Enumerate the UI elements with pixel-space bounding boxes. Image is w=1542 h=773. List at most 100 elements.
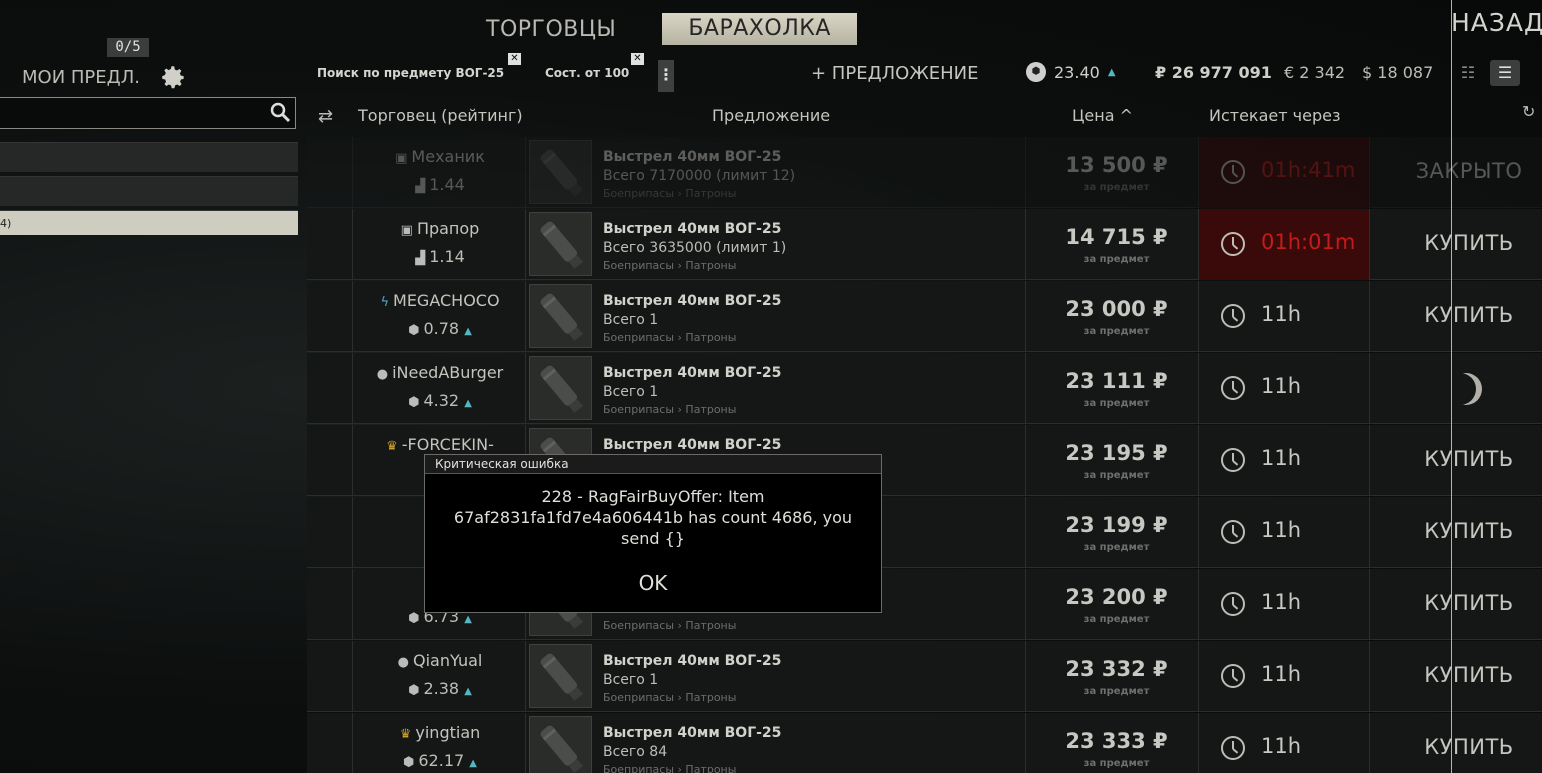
up-arrow-icon: ▲	[464, 686, 472, 697]
tab-flea-market[interactable]: БАРАХОЛКА	[662, 13, 857, 45]
item-name: Выстрел 40мм ВОГ-25	[603, 437, 782, 453]
expire-cell: 11h	[1199, 425, 1369, 496]
ok-button[interactable]: OK	[623, 571, 683, 595]
item-thumbnail[interactable]	[529, 644, 592, 708]
tab-traders[interactable]: ТОРГОВЦЫ	[486, 17, 616, 42]
item-thumbnail[interactable]	[529, 356, 592, 420]
filter-condition-label: Сост. от 100	[545, 66, 630, 80]
trader-name[interactable]: Прапор	[417, 219, 479, 238]
trader-name[interactable]: MEGACHOCO	[393, 291, 500, 310]
item-name: Выстрел 40мм ВОГ-25	[603, 149, 782, 165]
person-icon: ●	[397, 655, 410, 670]
category-row[interactable]	[0, 176, 298, 206]
trader-name[interactable]: QianYual	[413, 651, 482, 670]
cell-divider	[1025, 281, 1026, 352]
price-per-item: за предмет	[1083, 470, 1150, 481]
filter-item-search[interactable]: Поиск по предмету ВОГ-25 ✕	[317, 53, 521, 80]
divider	[1451, 0, 1452, 773]
item-category: Боеприпасы › Патроны	[603, 331, 737, 344]
cell-divider	[352, 713, 353, 773]
clock-icon	[1221, 592, 1245, 616]
expire-time: 11h	[1261, 446, 1302, 470]
buy-button[interactable]: КУПИТЬ	[1369, 735, 1542, 759]
buy-button[interactable]: КУПИТЬ	[1369, 591, 1542, 615]
item-count: Всего 1	[603, 672, 659, 688]
offer-price: 23 333 ₽	[1065, 729, 1168, 753]
category-row[interactable]	[0, 142, 298, 172]
cell-divider	[1025, 497, 1026, 568]
buy-button[interactable]: КУПИТЬ	[1369, 519, 1542, 543]
buy-button[interactable]: КУПИТЬ	[1369, 663, 1542, 687]
up-arrow-icon: ▲	[469, 758, 477, 769]
trader-rating: 1.44	[429, 175, 465, 194]
cell-divider	[1025, 569, 1026, 640]
cell-divider	[1025, 713, 1026, 773]
item-thumbnail[interactable]	[529, 140, 592, 204]
offer-row[interactable]: ♛ yingtian ⬢ 62.17 ▲ Выстрел 40мм ВОГ-25 В…	[307, 713, 1542, 773]
offer-price: 23 000 ₽	[1065, 297, 1168, 321]
close-icon[interactable]: ✕	[508, 53, 521, 65]
trader-name[interactable]: yingtian	[415, 723, 480, 742]
clock-icon	[1221, 376, 1245, 400]
item-thumbnail[interactable]	[529, 212, 592, 276]
expire-cell: 11h	[1199, 497, 1369, 568]
trader-name[interactable]: Механик	[411, 147, 484, 166]
item-name: Выстрел 40мм ВОГ-25	[603, 293, 782, 309]
grid-view-icon[interactable]: ☷	[1453, 60, 1483, 86]
offer-price: 23 200 ₽	[1065, 585, 1168, 609]
up-arrow-icon: ▲	[464, 326, 472, 337]
offer-row[interactable]: ● iNeedABurger ⬢ 4.32 ▲ Выстрел 40мм ВОГ-2…	[307, 353, 1542, 424]
item-thumbnail[interactable]	[529, 284, 592, 348]
item-category: Боеприпасы › Патроны	[603, 187, 737, 200]
search-input[interactable]	[0, 97, 296, 129]
offer-row[interactable]: ▣ Прапор ▟ 1.14 Выстрел 40мм ВОГ-25 Всего …	[307, 209, 1542, 280]
column-trader[interactable]: Торговец (рейтинг)	[358, 106, 523, 125]
buy-button[interactable]: КУПИТЬ	[1369, 303, 1542, 327]
offer-price: 23 332 ₽	[1065, 657, 1168, 681]
more-filters-button[interactable]: ⋮	[658, 60, 674, 92]
chart-icon: ▟	[415, 251, 426, 266]
list-view-icon[interactable]: ☰	[1490, 60, 1520, 86]
offer-row[interactable]: ϟ MEGACHOCO ⬢ 0.78 ▲ Выстрел 40мм ВОГ-25 В…	[307, 281, 1542, 352]
cell-divider	[352, 137, 353, 208]
column-price[interactable]: Цена ^	[1072, 106, 1133, 125]
offer-row[interactable]: ▣ Механик ▟ 1.44 Выстрел 40мм ВОГ-25 Всего…	[307, 137, 1542, 208]
refresh-icon[interactable]: ↻	[1522, 102, 1535, 121]
offer-row[interactable]: ● QianYual ⬢ 2.38 ▲ Выстрел 40мм ВОГ-25 Вс…	[307, 641, 1542, 712]
category-row-selected[interactable]: 4)	[0, 210, 298, 235]
cell-divider	[1025, 209, 1026, 280]
up-arrow-icon: ▲	[464, 398, 472, 409]
offer-price: 23 199 ₽	[1065, 513, 1168, 537]
add-offer-button[interactable]: + ПРЕДЛОЖЕНИЕ	[811, 63, 978, 84]
expire-time: 01h:01m	[1261, 230, 1356, 254]
my-offers-button[interactable]: МОИ ПРЕДЛ.	[22, 67, 140, 88]
column-expires[interactable]: Истекает через	[1209, 106, 1340, 125]
expire-time: 11h	[1261, 518, 1302, 542]
item-thumbnail[interactable]	[529, 716, 592, 773]
top-nav: ТОРГОВЦЫ БАРАХОЛКА	[486, 12, 857, 46]
expire-cell: 01h:01m	[1199, 209, 1369, 280]
gear-icon[interactable]	[160, 64, 187, 91]
search-icon[interactable]	[269, 101, 291, 123]
cell-divider	[1025, 425, 1026, 496]
buy-button[interactable]: КУПИТЬ	[1369, 231, 1542, 255]
trader-name[interactable]: -FORCEKIN-	[402, 435, 494, 454]
close-icon[interactable]: ✕	[631, 53, 644, 65]
cell-divider	[1025, 353, 1026, 424]
reputation-icon: ⬢	[408, 395, 420, 410]
item-count: Всего 1	[603, 312, 659, 328]
cell-divider	[525, 353, 526, 424]
error-dialog: Критическая ошибка 228 - RagFairBuyOffer…	[424, 454, 882, 613]
buy-button[interactable]: КУПИТЬ	[1369, 447, 1542, 471]
trader-name[interactable]: iNeedABurger	[392, 363, 503, 382]
reputation-icon: ⬢	[408, 323, 420, 338]
price-per-item: за предмет	[1083, 326, 1150, 337]
reputation-icon: ⬢	[408, 611, 420, 626]
refresh-icon[interactable]: ⇄	[318, 106, 333, 127]
filter-condition[interactable]: Сост. от 100 ✕	[545, 53, 644, 80]
closed-label: ЗАКРЫТО	[1415, 159, 1523, 183]
cell-divider	[352, 209, 353, 280]
expire-cell: 01h:41m	[1199, 137, 1369, 208]
cell-divider	[352, 641, 353, 712]
back-button[interactable]: НАЗАД	[1451, 8, 1542, 37]
